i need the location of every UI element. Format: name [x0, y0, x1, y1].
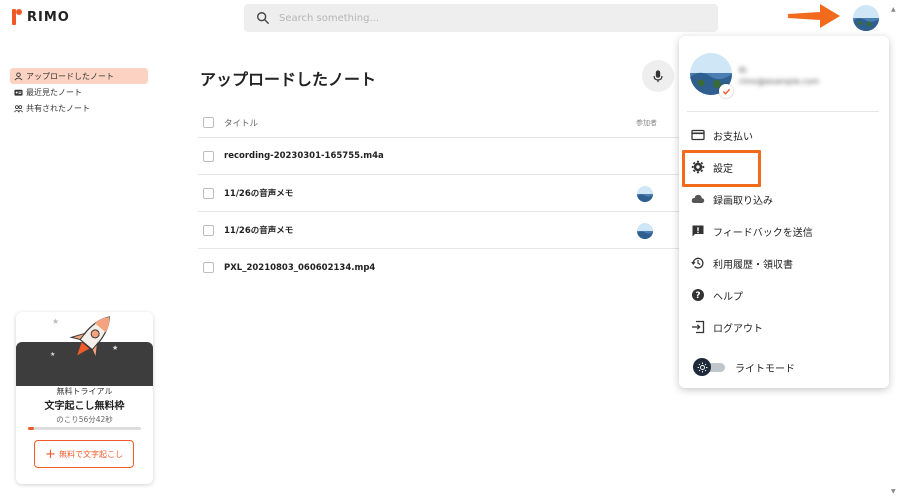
- note-title[interactable]: 11/26の音声メモ: [224, 187, 293, 199]
- sidebar-item-uploaded[interactable]: アップロードしたノート: [10, 68, 148, 84]
- logout-icon: [692, 320, 705, 334]
- row-checkbox[interactable]: [203, 187, 214, 199]
- table-row[interactable]: PXL_20210803_060602134.mp4: [198, 249, 698, 286]
- cloud-icon: [691, 194, 705, 203]
- table-row[interactable]: recording-20230301-165755.m4a: [198, 138, 698, 175]
- table-row[interactable]: 11/26の音声メモ: [198, 175, 698, 212]
- sun-icon: [693, 358, 711, 376]
- user-name: Ri: [739, 66, 747, 75]
- avatar-landscape-icon: [637, 186, 653, 202]
- promo-remaining-time: のこり56分42秒: [56, 415, 113, 424]
- menu-item-label: 録画取り込み: [713, 195, 773, 207]
- sidebar-item-label: 共有されたノート: [26, 103, 90, 113]
- credit-card-icon: [691, 129, 705, 141]
- logo-text: RIMO: [27, 9, 70, 25]
- sidebar-item-label: 最近見たノート: [26, 87, 82, 97]
- theme-toggle-label: ライトモード: [735, 363, 795, 375]
- participant-avatar: [637, 223, 653, 239]
- svg-text:★: ★: [50, 351, 55, 358]
- menu-item-help[interactable]: ? ヘルプ: [691, 285, 743, 305]
- feedback-icon: [692, 225, 704, 237]
- scroll-down-arrow-icon[interactable]: ▼: [891, 488, 896, 495]
- logo-mark-icon: [12, 9, 22, 25]
- scroll-up-arrow-icon[interactable]: ▲: [891, 6, 896, 13]
- annotation-highlight-settings: [682, 150, 761, 187]
- row-checkbox[interactable]: [203, 262, 214, 273]
- help-icon: ?: [692, 289, 704, 301]
- menu-item-label: フィードバックを送信: [713, 227, 813, 239]
- search-bar[interactable]: [244, 4, 718, 32]
- participant-avatar: [637, 186, 653, 202]
- sidebar-item-label: アップロードしたノート: [26, 71, 114, 81]
- free-transcribe-label: 無料で文字起こし: [58, 449, 123, 459]
- table-header: タイトル 参加者: [198, 108, 698, 138]
- row-checkbox[interactable]: [203, 150, 214, 162]
- avatar-landscape-icon: [853, 5, 879, 31]
- note-title[interactable]: PXL_20210803_060602134.mp4: [224, 263, 375, 273]
- trial-progress-bar: [28, 427, 141, 430]
- note-title[interactable]: recording-20230301-165755.m4a: [224, 151, 384, 161]
- menu-item-label: ログアウト: [713, 323, 763, 335]
- free-trial-card: ★ ★ ★ 無料トライアル 文字起こし無料枠 のこり56分42秒 + 無料で文字…: [16, 312, 153, 484]
- menu-item-logout[interactable]: ログアウト: [691, 317, 763, 337]
- verified-check-icon: [719, 84, 733, 98]
- trial-progress-fill: [28, 427, 34, 430]
- column-participants: 参加者: [636, 118, 657, 127]
- menu-item-label: ヘルプ: [713, 291, 743, 303]
- search-input[interactable]: [279, 12, 699, 24]
- user-email: rimo@example.com: [739, 77, 820, 86]
- column-title: タイトル: [224, 118, 259, 129]
- select-all-checkbox[interactable]: [203, 117, 214, 128]
- top-bar: RIMO: [0, 0, 900, 36]
- menu-item-history-receipts[interactable]: 利用履歴・領収書: [691, 253, 793, 273]
- user-avatar-button[interactable]: [853, 5, 879, 31]
- rocket-icon: ★ ★ ★: [50, 316, 118, 360]
- note-title[interactable]: 11/26の音声メモ: [224, 224, 293, 236]
- menu-item-feedback[interactable]: フィードバックを送信: [691, 221, 813, 241]
- menu-item-billing[interactable]: お支払い: [691, 125, 753, 145]
- menu-item-import-recording[interactable]: 録画取り込み: [691, 189, 773, 209]
- free-transcribe-button[interactable]: + 無料で文字起こし: [34, 440, 134, 468]
- table-row[interactable]: 11/26の音声メモ: [198, 212, 698, 249]
- account-menu: Ri rimo@example.com お支払い 設定 録画取り込み フィードバ…: [679, 36, 889, 388]
- sidebar-item-recent[interactable]: 最近見たノート: [10, 84, 148, 100]
- annotation-arrow-icon: [788, 4, 840, 28]
- theme-toggle[interactable]: [693, 358, 725, 376]
- avatar-landscape-icon: [637, 223, 653, 239]
- record-button[interactable]: [642, 60, 674, 92]
- promo-title: 文字起こし無料枠: [44, 401, 125, 412]
- people-icon: [14, 104, 23, 112]
- search-icon: [257, 12, 269, 24]
- svg-text:?: ?: [695, 291, 700, 301]
- person-icon: [14, 71, 23, 80]
- rimo-logo[interactable]: RIMO: [12, 9, 70, 25]
- microphone-icon: [653, 70, 663, 83]
- promo-subtitle: 無料トライアル: [56, 387, 113, 396]
- id-card-icon: [14, 89, 23, 96]
- history-icon: [691, 257, 704, 269]
- menu-item-label: お支払い: [713, 131, 753, 143]
- svg-text:★: ★: [112, 344, 118, 352]
- page-title: アップロードしたノート: [200, 70, 377, 89]
- menu-divider: [687, 111, 879, 112]
- menu-item-label: 利用履歴・領収書: [713, 259, 793, 271]
- plus-icon: +: [45, 446, 56, 462]
- row-checkbox[interactable]: [203, 224, 214, 236]
- sidebar: アップロードしたノート 最近見たノート 共有されたノート ★ ★ ★ 無料トライ…: [0, 36, 160, 500]
- sidebar-item-shared[interactable]: 共有されたノート: [10, 100, 148, 116]
- svg-text:★: ★: [52, 317, 59, 326]
